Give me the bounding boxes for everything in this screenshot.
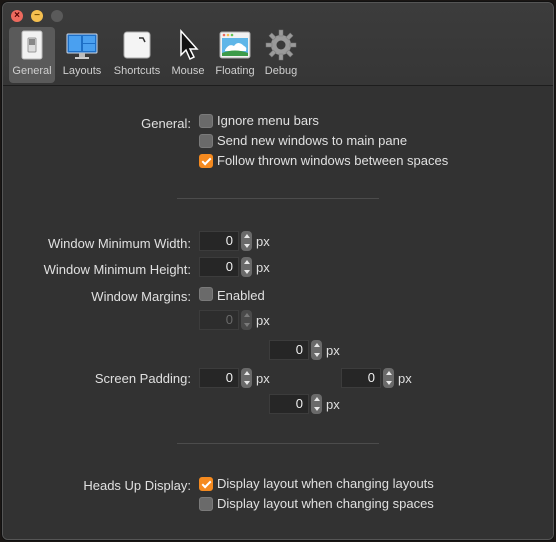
tab-general[interactable]: General (9, 27, 55, 83)
toolbar: × − General Layouts Shortcuts Mouse Floa… (3, 3, 553, 86)
layouts-monitor-icon (66, 33, 98, 59)
tab-label: Floating (215, 65, 255, 77)
unit-label: px (326, 397, 340, 412)
margins-enabled-checkbox[interactable] (199, 287, 213, 301)
screen-padding-label: Screen Padding: (94, 371, 191, 386)
margins-stepper[interactable] (241, 310, 252, 330)
close-window-button[interactable]: × (11, 10, 23, 22)
tab-label: Debug (264, 65, 298, 77)
shortcuts-command-icon (123, 31, 151, 59)
margins-enabled-label: Enabled (217, 288, 265, 303)
min-height-label: Window Minimum Height: (43, 262, 191, 277)
ignore-menu-bars-label: Ignore menu bars (217, 113, 319, 128)
ignore-menu-bars-checkbox[interactable] (199, 114, 213, 128)
display-on-layout-change-checkbox[interactable] (199, 477, 213, 491)
general-switch-icon (21, 30, 43, 60)
tab-mouse[interactable]: Mouse (167, 27, 209, 83)
hud-label: Heads Up Display: (83, 478, 191, 493)
follow-thrown-windows-label: Follow thrown windows between spaces (217, 153, 449, 168)
min-height-input[interactable]: 0 (199, 257, 239, 277)
tab-shortcuts[interactable]: Shortcuts (109, 27, 165, 83)
unit-label: px (256, 234, 270, 249)
send-new-windows-label: Send new windows to main pane (217, 133, 408, 148)
preferences-window: × − General Layouts Shortcuts Mouse Floa… (2, 2, 554, 540)
padding-bottom-input[interactable]: 0 (269, 394, 309, 414)
tab-layouts[interactable]: Layouts (59, 27, 105, 83)
unit-label: px (256, 371, 270, 386)
tab-debug[interactable]: Debug (259, 27, 303, 83)
padding-right-stepper[interactable] (383, 368, 394, 388)
min-height-stepper[interactable] (241, 257, 252, 277)
padding-top-input[interactable]: 0 (269, 340, 309, 360)
margins-input[interactable]: 0 (199, 310, 239, 330)
padding-top-stepper[interactable] (311, 340, 322, 360)
send-new-windows-checkbox[interactable] (199, 134, 213, 148)
padding-right-input[interactable]: 0 (341, 368, 381, 388)
minimize-window-button[interactable]: − (31, 10, 43, 22)
separator (177, 198, 379, 199)
tab-label: Shortcuts (113, 65, 161, 77)
unit-label: px (326, 343, 340, 358)
padding-bottom-stepper[interactable] (311, 394, 322, 414)
separator (177, 443, 379, 444)
zoom-window-button[interactable] (51, 10, 63, 22)
follow-thrown-windows-checkbox[interactable] (199, 154, 213, 168)
unit-label: px (256, 313, 270, 328)
debug-gear-icon (265, 29, 297, 61)
tab-label: Layouts (62, 65, 102, 77)
padding-left-stepper[interactable] (241, 368, 252, 388)
tab-label: General (12, 65, 52, 77)
tab-floating[interactable]: Floating (211, 27, 259, 83)
floating-window-icon (219, 31, 251, 59)
min-width-label: Window Minimum Width: (47, 236, 191, 251)
min-width-input[interactable]: 0 (199, 231, 239, 251)
display-on-layout-change-label: Display layout when changing layouts (217, 476, 434, 491)
unit-label: px (398, 371, 412, 386)
padding-left-input[interactable]: 0 (199, 368, 239, 388)
display-on-space-change-checkbox[interactable] (199, 497, 213, 511)
mouse-pointer-icon (180, 29, 199, 61)
window-margins-label: Window Margins: (91, 289, 191, 304)
general-label: General: (141, 116, 191, 131)
display-on-space-change-label: Display layout when changing spaces (217, 496, 434, 511)
minimize-icon: − (34, 10, 40, 21)
close-icon: × (14, 10, 20, 21)
tab-label: Mouse (171, 65, 205, 77)
unit-label: px (256, 260, 270, 275)
general-pane: General: Ignore menu bars Send new windo… (3, 86, 553, 539)
min-width-stepper[interactable] (241, 231, 252, 251)
